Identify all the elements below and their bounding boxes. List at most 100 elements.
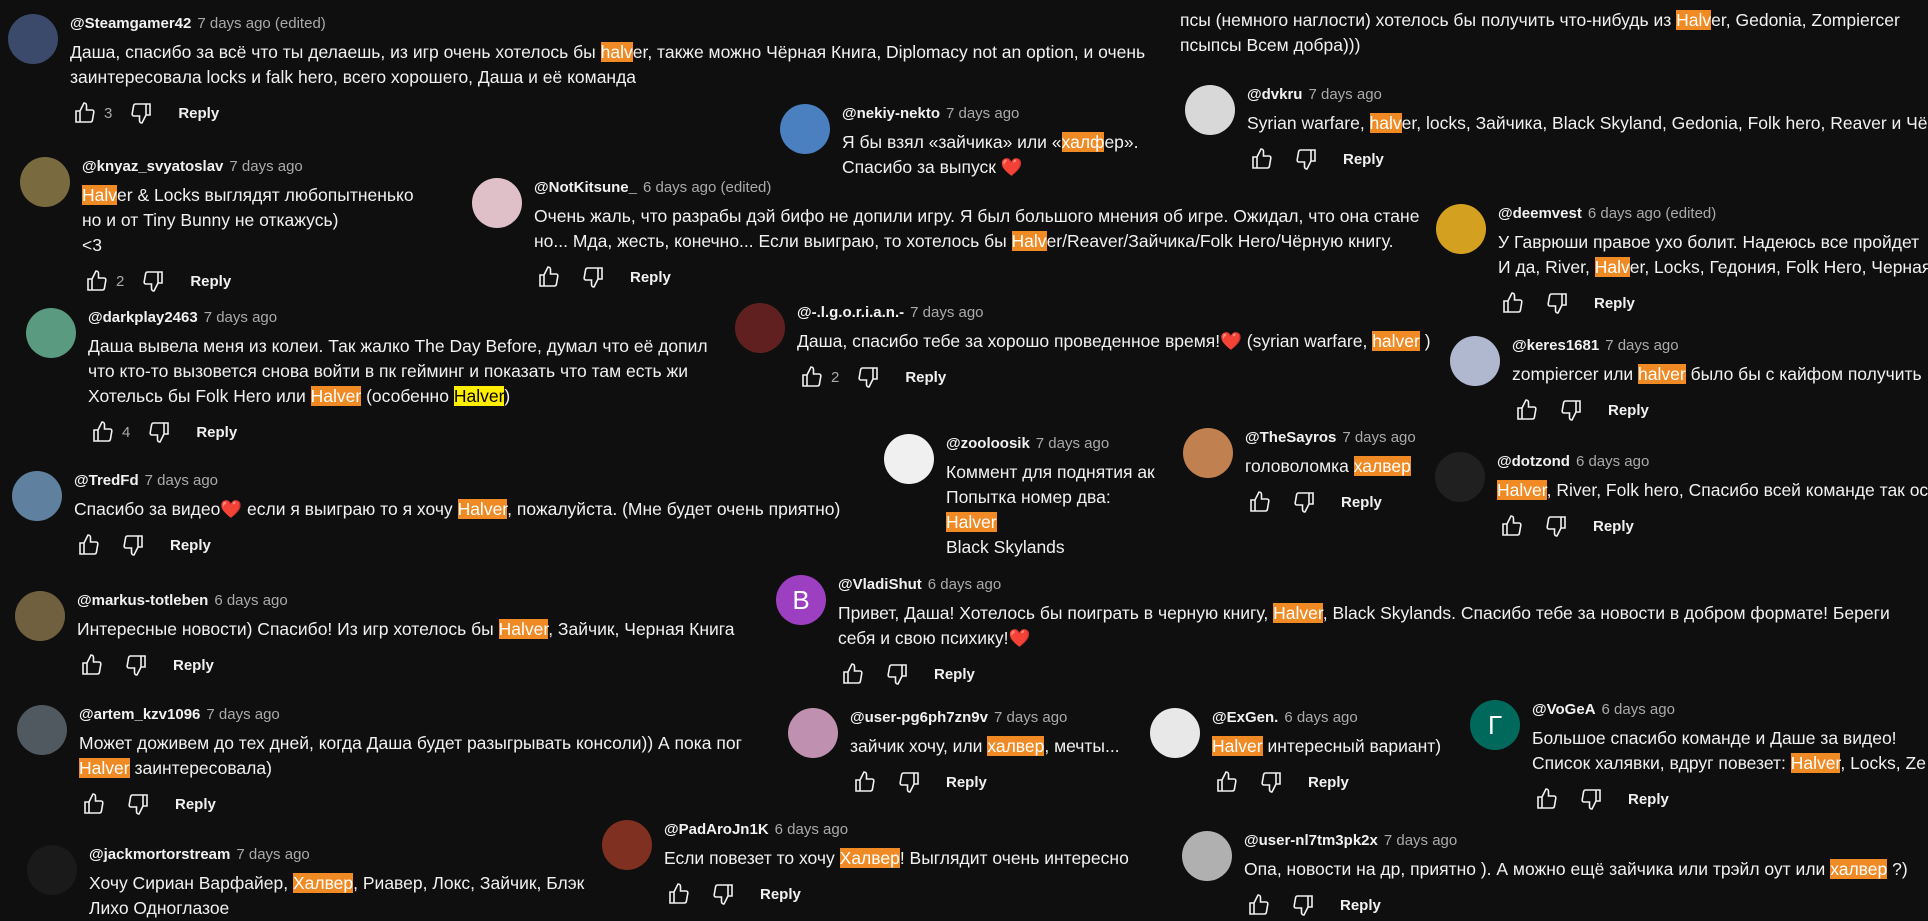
like-icon[interactable] bbox=[1497, 511, 1527, 541]
reply-button[interactable]: Reply bbox=[170, 537, 211, 554]
avatar[interactable] bbox=[1182, 831, 1232, 881]
comment-author[interactable]: @knyaz_svyatoslav bbox=[82, 158, 223, 175]
avatar[interactable] bbox=[15, 591, 65, 641]
avatar[interactable] bbox=[12, 471, 62, 521]
dislike-icon[interactable] bbox=[1542, 288, 1572, 318]
comment-author[interactable]: @ExGen. bbox=[1212, 709, 1278, 726]
dislike-icon[interactable] bbox=[144, 417, 174, 447]
avatar[interactable]: Г bbox=[1470, 700, 1520, 750]
comment-timestamp[interactable]: 7 days ago bbox=[910, 304, 983, 321]
comment-author[interactable]: @artem_kzv1096 bbox=[79, 706, 200, 723]
like-icon[interactable] bbox=[1532, 784, 1562, 814]
dislike-icon[interactable] bbox=[138, 266, 168, 296]
comment-timestamp[interactable]: 7 days ago bbox=[1342, 429, 1415, 446]
like-icon[interactable] bbox=[79, 789, 109, 819]
like-icon[interactable] bbox=[534, 262, 564, 292]
comment-timestamp[interactable]: 6 days ago bbox=[1576, 453, 1649, 470]
like-icon[interactable] bbox=[850, 767, 880, 797]
dislike-icon[interactable] bbox=[123, 789, 153, 819]
dislike-icon[interactable] bbox=[1256, 767, 1286, 797]
avatar[interactable] bbox=[1450, 336, 1500, 386]
avatar[interactable] bbox=[26, 308, 76, 358]
comment-author[interactable]: @keres1681 bbox=[1512, 337, 1599, 354]
reply-button[interactable]: Reply bbox=[1594, 295, 1635, 312]
dislike-icon[interactable] bbox=[853, 362, 883, 392]
dislike-icon[interactable] bbox=[1291, 144, 1321, 174]
dislike-icon[interactable] bbox=[1576, 784, 1606, 814]
comment-author[interactable]: @Steamgamer42 bbox=[70, 15, 191, 32]
avatar[interactable] bbox=[1150, 708, 1200, 758]
avatar[interactable] bbox=[884, 434, 934, 484]
dislike-icon[interactable] bbox=[126, 98, 156, 128]
like-icon[interactable] bbox=[70, 98, 100, 128]
avatar[interactable] bbox=[788, 708, 838, 758]
comment-author[interactable]: @user-nl7tm3pk2x bbox=[1244, 832, 1378, 849]
comment-timestamp[interactable]: 7 days ago bbox=[145, 472, 218, 489]
avatar[interactable] bbox=[8, 14, 58, 64]
comment-timestamp[interactable]: 6 days ago (edited) bbox=[643, 179, 771, 196]
comment-author[interactable]: @nekiy-nekto bbox=[842, 105, 940, 122]
comment-timestamp[interactable]: 6 days ago bbox=[214, 592, 287, 609]
like-icon[interactable] bbox=[1512, 395, 1542, 425]
comment-author[interactable]: @TredFd bbox=[74, 472, 139, 489]
comment-timestamp[interactable]: 7 days ago bbox=[1605, 337, 1678, 354]
reply-button[interactable]: Reply bbox=[630, 269, 671, 286]
reply-button[interactable]: Reply bbox=[1628, 791, 1669, 808]
comment-timestamp[interactable]: 7 days ago bbox=[1384, 832, 1457, 849]
comment-timestamp[interactable]: 6 days ago (edited) bbox=[1588, 205, 1716, 222]
reply-button[interactable]: Reply bbox=[760, 886, 801, 903]
dislike-icon[interactable] bbox=[121, 650, 151, 680]
comment-timestamp[interactable]: 7 days ago bbox=[204, 309, 277, 326]
comment-timestamp[interactable]: 6 days ago bbox=[1602, 701, 1675, 718]
avatar[interactable] bbox=[27, 845, 77, 895]
avatar[interactable]: B bbox=[776, 575, 826, 625]
avatar[interactable] bbox=[17, 705, 67, 755]
dislike-icon[interactable] bbox=[1289, 487, 1319, 517]
like-icon[interactable] bbox=[838, 659, 868, 689]
comment-author[interactable]: @markus-totleben bbox=[77, 592, 208, 609]
reply-button[interactable]: Reply bbox=[190, 273, 231, 290]
comment-author[interactable]: @user-pg6ph7zn9v bbox=[850, 709, 988, 726]
comment-timestamp[interactable]: 6 days ago bbox=[775, 821, 848, 838]
comment-author[interactable]: @dvkru bbox=[1247, 86, 1302, 103]
reply-button[interactable]: Reply bbox=[1308, 774, 1349, 791]
like-icon[interactable] bbox=[1245, 487, 1275, 517]
reply-button[interactable]: Reply bbox=[1341, 494, 1382, 511]
avatar[interactable] bbox=[20, 157, 70, 207]
dislike-icon[interactable] bbox=[1541, 511, 1571, 541]
comment-author[interactable]: @VoGeA bbox=[1532, 701, 1596, 718]
avatar[interactable] bbox=[1435, 452, 1485, 502]
avatar[interactable] bbox=[780, 104, 830, 154]
comment-timestamp[interactable]: 6 days ago bbox=[928, 576, 1001, 593]
dislike-icon[interactable] bbox=[578, 262, 608, 292]
like-icon[interactable] bbox=[1244, 890, 1274, 920]
comment-timestamp[interactable]: 7 days ago bbox=[1036, 435, 1109, 452]
like-icon[interactable] bbox=[88, 417, 118, 447]
like-icon[interactable] bbox=[797, 362, 827, 392]
avatar[interactable] bbox=[1183, 428, 1233, 478]
comment-timestamp[interactable]: 7 days ago (edited) bbox=[197, 15, 325, 32]
comment-author[interactable]: @TheSayros bbox=[1245, 429, 1336, 446]
comment-author[interactable]: @zooloosik bbox=[946, 435, 1030, 452]
dislike-icon[interactable] bbox=[1288, 890, 1318, 920]
comment-author[interactable]: @jackmortorstream bbox=[89, 846, 230, 863]
reply-button[interactable]: Reply bbox=[1608, 402, 1649, 419]
avatar[interactable] bbox=[472, 178, 522, 228]
reply-button[interactable]: Reply bbox=[178, 105, 219, 122]
avatar[interactable] bbox=[735, 303, 785, 353]
like-icon[interactable] bbox=[1212, 767, 1242, 797]
like-icon[interactable] bbox=[664, 879, 694, 909]
like-icon[interactable] bbox=[82, 266, 112, 296]
dislike-icon[interactable] bbox=[708, 879, 738, 909]
comment-timestamp[interactable]: 7 days ago bbox=[236, 846, 309, 863]
comment-timestamp[interactable]: 7 days ago bbox=[994, 709, 1067, 726]
like-icon[interactable] bbox=[1247, 144, 1277, 174]
reply-button[interactable]: Reply bbox=[905, 369, 946, 386]
reply-button[interactable]: Reply bbox=[196, 424, 237, 441]
comment-author[interactable]: @-.l.g.o.r.i.a.n.- bbox=[797, 304, 904, 321]
avatar[interactable] bbox=[1185, 85, 1235, 135]
comment-timestamp[interactable]: 7 days ago bbox=[206, 706, 279, 723]
like-icon[interactable] bbox=[1498, 288, 1528, 318]
avatar[interactable] bbox=[1436, 204, 1486, 254]
dislike-icon[interactable] bbox=[118, 530, 148, 560]
